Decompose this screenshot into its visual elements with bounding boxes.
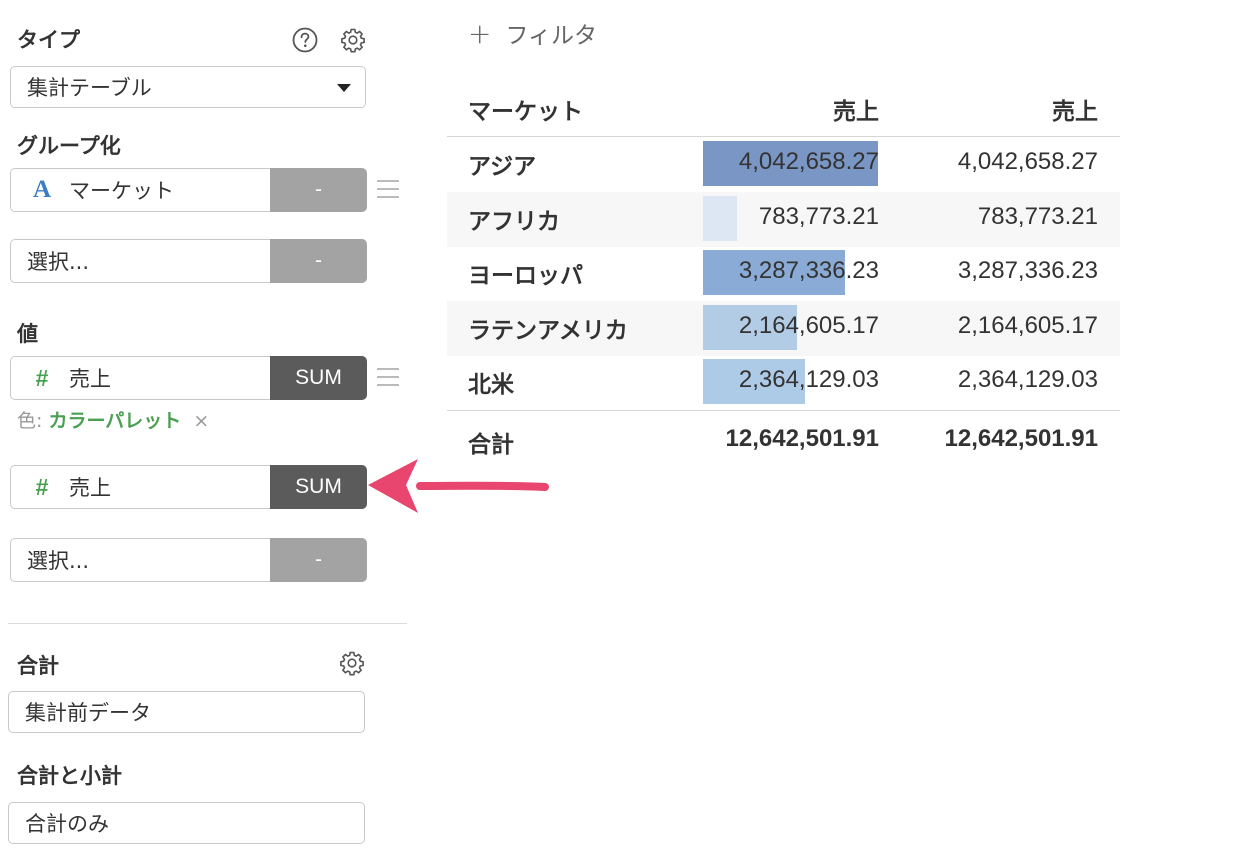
row-value-1: 2,364,129.03 [738, 366, 879, 394]
row-value-2: 3,287,336.23 [957, 257, 1098, 285]
row-label: 北米 [468, 372, 514, 399]
total-label: 合計 [468, 432, 514, 458]
subtotal-select[interactable]: 合計のみ [8, 802, 365, 844]
add-filter-button[interactable]: + フィルタ [468, 16, 597, 50]
total-section-label: 合計 [17, 654, 59, 678]
total-select[interactable]: 集計前データ [8, 691, 365, 733]
total-value-2: 12,642,501.91 [944, 425, 1098, 452]
total-value-1: 12,642,501.91 [725, 425, 879, 452]
row-value-2: 2,364,129.03 [957, 366, 1098, 394]
value-field-row-1: # 売上 SUM [10, 356, 367, 400]
table-row: ラテンアメリカ 2,164,605.17 2,164,605.17 [447, 300, 1120, 356]
plus-icon: + [468, 16, 492, 50]
row-value-2: 4,042,658.27 [957, 148, 1098, 175]
drag-handle-icon[interactable] [377, 180, 399, 204]
value-placeholder-agg-button[interactable]: - [270, 538, 367, 582]
value-placeholder-label: 選択... [27, 549, 90, 573]
row-label: ヨーロッパ [468, 263, 583, 290]
row-value-1: 2,164,605.17 [738, 311, 879, 339]
group-field-row: A マーケット - [10, 168, 367, 212]
value-field-1-label: 売上 [69, 367, 111, 391]
color-prefix: 色: [17, 410, 43, 432]
value-field-2[interactable]: # 売上 [10, 465, 270, 509]
row-label: アフリカ [468, 208, 560, 235]
table-row: 北米 2,364,129.03 2,364,129.03 [447, 355, 1120, 410]
table-row: アジア 4,042,658.27 4,042,658.27 [447, 137, 1120, 192]
group-placeholder-label: 選択... [27, 250, 90, 274]
filter-label: フィルタ [505, 23, 598, 49]
table-total-row: 合計 12,642,501.91 12,642,501.91 [447, 410, 1120, 471]
group-placeholder-row: 選択... - [10, 239, 367, 283]
chevron-down-icon [337, 84, 351, 92]
value-field-1-agg-button[interactable]: SUM [270, 356, 367, 400]
text-type-icon: A [32, 176, 52, 203]
row-value-2: 783,773.21 [977, 202, 1098, 230]
subtotal-section-label: 合計と小計 [17, 764, 122, 788]
number-type-icon: # [35, 473, 49, 500]
value-bar [703, 195, 737, 241]
table-row: アフリカ 783,773.21 783,773.21 [447, 191, 1120, 247]
group-section-label: グループ化 [17, 134, 121, 158]
row-value-1: 783,773.21 [758, 202, 879, 230]
value-field-row-2: # 売上 SUM [10, 465, 367, 509]
table-row: ヨーロッパ 3,287,336.23 3,287,336.23 [447, 246, 1120, 301]
row-value-1: 4,042,658.27 [738, 148, 879, 175]
subtotal-select-value: 合計のみ [25, 812, 109, 836]
row-label: ラテンアメリカ [468, 317, 628, 344]
group-field-label: マーケット [69, 179, 174, 203]
value-field-2-label: 売上 [69, 476, 111, 500]
group-field[interactable]: A マーケット [10, 168, 270, 212]
type-select-value: 集計テーブル [27, 76, 152, 100]
value-section-label: 値 [17, 322, 38, 346]
gear-icon[interactable] [339, 26, 367, 54]
column-header-sales-1[interactable]: 売上 [833, 92, 879, 126]
group-add-field[interactable]: 選択... [10, 239, 270, 283]
group-placeholder-agg-button[interactable]: - [270, 239, 367, 283]
column-header-sales-2[interactable]: 売上 [1052, 92, 1098, 126]
row-value-1: 3,287,336.23 [738, 257, 879, 285]
gear-icon[interactable] [338, 649, 366, 677]
section-divider [8, 623, 407, 624]
color-palette-link[interactable]: カラーパレット [48, 410, 181, 432]
drag-handle-icon[interactable] [377, 368, 399, 392]
table-header: マーケット 売上 売上 [447, 80, 1120, 137]
row-value-2: 2,164,605.17 [957, 311, 1098, 339]
number-type-icon: # [35, 364, 49, 391]
type-section-label: タイプ [17, 28, 80, 52]
row-label: アジア [468, 154, 537, 180]
value-field-1[interactable]: # 売上 [10, 356, 270, 400]
color-setting: 色: カラーパレット × [17, 406, 209, 433]
value-add-field[interactable]: 選択... [10, 538, 270, 582]
help-icon[interactable] [291, 26, 319, 54]
total-select-value: 集計前データ [25, 701, 151, 725]
close-icon[interactable]: × [193, 410, 209, 432]
type-select[interactable]: 集計テーブル [10, 66, 366, 108]
column-header-market[interactable]: マーケット [468, 92, 583, 126]
value-placeholder-row: 選択... - [10, 538, 367, 582]
group-field-agg-button[interactable]: - [270, 168, 367, 212]
value-field-2-agg-button[interactable]: SUM [270, 465, 367, 509]
